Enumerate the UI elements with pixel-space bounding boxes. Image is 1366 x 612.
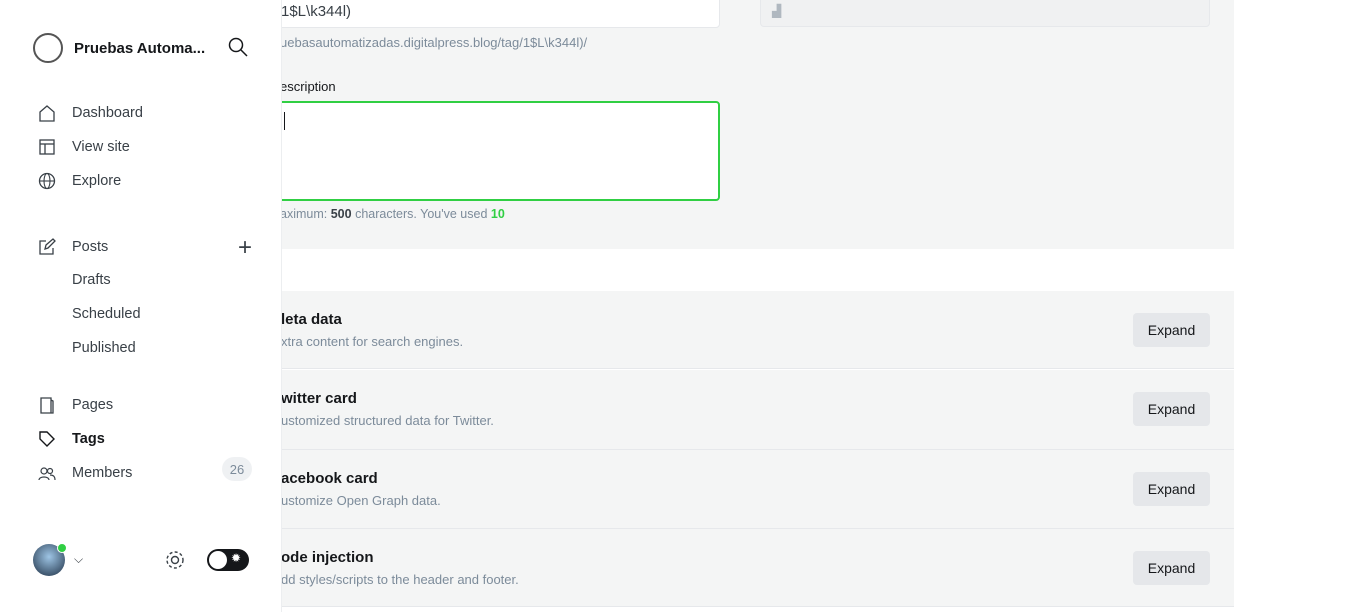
nav-label: Tags [72, 431, 105, 447]
expand-button[interactable]: Expand [1133, 551, 1210, 585]
sidebar: Pruebas Automa... Dashboard View site Ex… [0, 0, 282, 612]
gear-icon[interactable] [164, 549, 186, 571]
hint-mid: characters. You've used [355, 207, 488, 221]
section-title: witter card [281, 390, 357, 407]
section-desc: ustomize Open Graph data. [281, 493, 441, 508]
nav-label: View site [72, 139, 130, 155]
home-icon [39, 105, 55, 122]
site-title: Pruebas Automa... [74, 39, 206, 57]
hint-max: 500 [330, 207, 352, 221]
description-label: escription [280, 79, 336, 94]
section-title: acebook card [281, 470, 378, 487]
nav-label: Explore [72, 173, 122, 189]
edit-icon [39, 238, 56, 255]
nav-label: Dashboard [72, 105, 143, 121]
toggle-knob [209, 551, 227, 569]
sidebar-item-drafts[interactable]: Drafts [72, 272, 286, 288]
expand-button[interactable]: Expand [1133, 472, 1210, 506]
char-count-hint: aximum: 500 characters. You've used 10 [280, 207, 505, 221]
sidebar-item-published[interactable]: Published [72, 340, 286, 356]
section-desc: xtra content for search engines. [281, 334, 464, 349]
expand-button[interactable]: Expand [1133, 313, 1210, 347]
upload-icon: ▟ [772, 4, 782, 18]
section-title: leta data [281, 311, 342, 328]
slug-value: 1$L\k344l) [281, 3, 352, 20]
sidebar-item-pages[interactable]: Pages [38, 396, 252, 414]
search-icon[interactable] [228, 37, 248, 57]
nav-label: Drafts [72, 272, 111, 288]
sidebar-item-dashboard[interactable]: Dashboard [38, 104, 252, 122]
section-desc: dd styles/scripts to the header and foot… [281, 572, 519, 587]
nav-label: Pages [72, 397, 114, 413]
online-status-dot [57, 543, 67, 553]
expand-button[interactable]: Expand [1133, 392, 1210, 426]
sun-icon: ✹ [231, 551, 242, 565]
members-count-badge: 26 [222, 457, 252, 481]
add-post-icon[interactable]: + [238, 234, 252, 262]
chevron-down-icon[interactable]: ⌵ [74, 552, 83, 567]
site-logo [33, 33, 63, 63]
sidebar-item-view-site[interactable]: View site [38, 138, 252, 156]
globe-icon [38, 172, 56, 190]
pages-icon [40, 397, 54, 414]
text-caret [284, 112, 285, 130]
url-preview: uebasautomatizadas.digitalpress.blog/tag… [280, 35, 588, 50]
sidebar-item-tags[interactable]: Tags [38, 430, 252, 448]
section-title: ode injection [281, 549, 374, 566]
layout-icon [39, 139, 55, 155]
sidebar-item-members[interactable]: Members 26 [38, 457, 252, 482]
hint-used: 10 [490, 207, 505, 221]
nav-label: Members [72, 465, 133, 481]
members-icon [38, 467, 56, 481]
hint-prefix: aximum: [280, 207, 328, 221]
nav-label: Scheduled [72, 306, 141, 322]
nav-label: Posts [72, 239, 109, 255]
nav-label: Published [72, 340, 136, 356]
image-upload[interactable]: ▟ [760, 0, 1210, 27]
site-brand[interactable]: Pruebas Automa... [33, 33, 205, 63]
section-desc: ustomized structured data for Twitter. [281, 413, 494, 428]
sidebar-item-posts[interactable]: Posts + [38, 234, 252, 261]
tag-icon [39, 431, 55, 447]
sidebar-item-explore[interactable]: Explore [38, 172, 252, 190]
theme-toggle[interactable]: ✹ [207, 549, 249, 571]
sidebar-item-scheduled[interactable]: Scheduled [72, 306, 286, 322]
